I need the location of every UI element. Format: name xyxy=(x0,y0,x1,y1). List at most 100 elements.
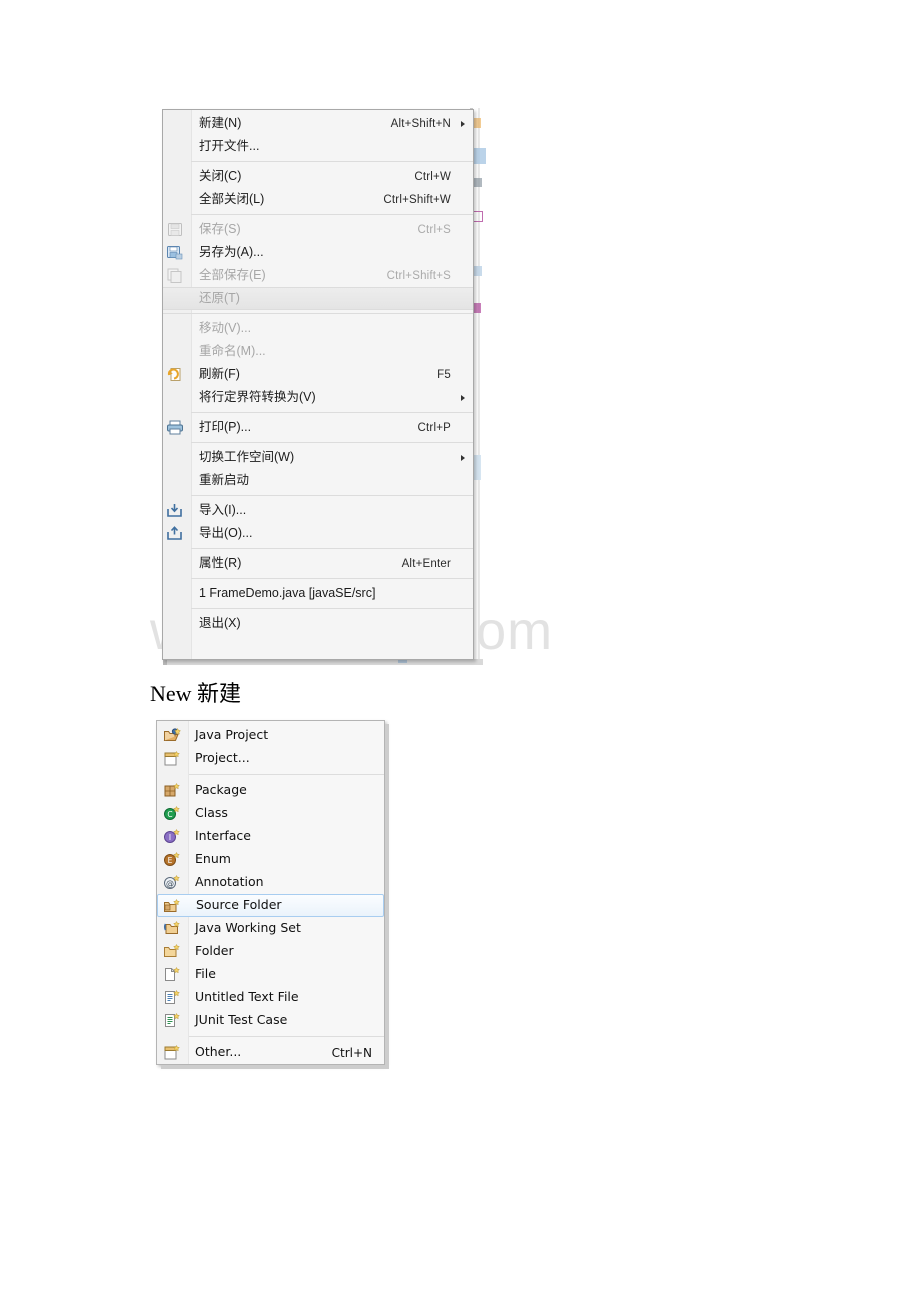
new-item-untitled-text-file[interactable]: Untitled Text File xyxy=(157,986,384,1009)
new-item-label: Class xyxy=(195,805,228,821)
svg-text:C: C xyxy=(167,810,172,819)
menu-item-label: 新建(N) xyxy=(199,116,242,131)
menu-item-accelerator: Ctrl+S xyxy=(417,223,451,236)
new-item-label: File xyxy=(195,966,216,982)
menu-item-label: 另存为(A)... xyxy=(199,245,264,260)
menu-separator xyxy=(188,1036,384,1037)
new-item-label: Java Project xyxy=(195,727,269,743)
menu-item-label: 切换工作空间(W) xyxy=(199,450,295,465)
eclipse-new-submenu[interactable]: Java Project Project... Package C Class … xyxy=(156,720,389,1069)
new-item-file[interactable]: File xyxy=(157,963,384,986)
text-file-icon xyxy=(163,989,181,1006)
menu-item-save-as[interactable]: 另存为(A)... xyxy=(163,241,473,264)
new-item-label: Annotation xyxy=(195,874,264,890)
new-item-interface[interactable]: I Interface xyxy=(157,825,384,848)
new-item-annotation[interactable]: @ Annotation xyxy=(157,871,384,894)
background-icon-fragment xyxy=(473,148,486,164)
menu-item-convert-line-delimiters[interactable]: 将行定界符转换为(V) xyxy=(163,386,473,409)
section-heading: New 新建 xyxy=(150,681,242,706)
menu-item-label: 保存(S) xyxy=(199,222,241,237)
svg-text:E: E xyxy=(168,856,173,865)
new-item-label: Java Working Set xyxy=(195,920,301,936)
menu-item-label: 全部关闭(L) xyxy=(199,192,265,207)
refresh-icon xyxy=(166,366,184,383)
java-project-icon xyxy=(163,727,181,744)
svg-text:@: @ xyxy=(166,879,174,888)
background-icon-fragment xyxy=(474,118,481,128)
menu-item-label: 将行定界符转换为(V) xyxy=(199,390,316,405)
new-item-label: JUnit Test Case xyxy=(195,1012,288,1028)
menu-separator xyxy=(191,412,473,413)
annotation-icon: @ xyxy=(163,874,181,891)
eclipse-file-menu[interactable]: 新建(N) Alt+Shift+N 打开文件... 关闭(C) Ctrl+W 全… xyxy=(162,109,474,660)
menu-item-accelerator: Ctrl+Shift+S xyxy=(386,269,451,282)
java-working-set-icon xyxy=(163,920,181,937)
menu-item-label: 还原(T) xyxy=(199,291,240,306)
menu-item-label: 移动(V)... xyxy=(199,321,252,336)
menu-item-label: 关闭(C) xyxy=(199,169,242,184)
submenu-arrow-icon xyxy=(461,394,465,401)
menu-item-accelerator: F5 xyxy=(437,368,451,381)
menu-item-open-file[interactable]: 打开文件... xyxy=(163,135,473,158)
junit-icon xyxy=(163,1012,181,1029)
print-icon xyxy=(166,419,184,436)
menu-item-label: 导出(O)... xyxy=(199,526,253,541)
menu-item-new[interactable]: 新建(N) Alt+Shift+N xyxy=(163,112,473,135)
folder-icon xyxy=(163,943,181,960)
menu-item-label: 重新启动 xyxy=(199,473,250,488)
menu-item-restart[interactable]: 重新启动 xyxy=(163,469,473,492)
menu-item-exit[interactable]: 退出(X) xyxy=(163,612,473,635)
menu-item-accelerator: Alt+Shift+N xyxy=(390,117,451,130)
menu-item-label: 刷新(F) xyxy=(199,367,240,382)
menu-item-print[interactable]: 打印(P)... Ctrl+P xyxy=(163,416,473,439)
new-item-junit-test-case[interactable]: JUnit Test Case xyxy=(157,1009,384,1032)
menu-separator xyxy=(191,214,473,215)
new-item-folder[interactable]: Folder xyxy=(157,940,384,963)
file-menu-items: 新建(N) Alt+Shift+N 打开文件... 关闭(C) Ctrl+W 全… xyxy=(163,112,473,635)
menu-item-label: 全部保存(E) xyxy=(199,268,266,283)
other-icon xyxy=(163,1044,181,1061)
new-item-label: Untitled Text File xyxy=(195,989,299,1005)
new-item-source-folder[interactable]: Source Folder xyxy=(157,894,384,917)
menu-separator xyxy=(163,313,473,314)
menu-item-rename: 重命名(M)... xyxy=(163,340,473,363)
menu-item-accelerator: Ctrl+W xyxy=(414,170,451,183)
submenu-arrow-icon xyxy=(461,454,465,461)
new-item-java-working-set[interactable]: Java Working Set xyxy=(157,917,384,940)
menu-separator xyxy=(191,608,473,609)
background-icon-fragment xyxy=(474,303,481,313)
menu-item-close-all[interactable]: 全部关闭(L) Ctrl+Shift+W xyxy=(163,188,473,211)
save-all-icon xyxy=(166,267,184,284)
menu-item-recent-file[interactable]: 1 FrameDemo.java [javaSE/src] xyxy=(163,582,473,605)
class-icon: C xyxy=(163,805,181,822)
menu-separator xyxy=(188,774,384,775)
export-icon xyxy=(166,525,184,542)
new-item-class[interactable]: C Class xyxy=(157,802,384,825)
save-icon xyxy=(166,221,184,238)
submenu-arrow-icon xyxy=(461,120,465,127)
menu-item-label: 退出(X) xyxy=(199,616,241,631)
background-icon-fragment xyxy=(474,178,482,187)
menu-item-accelerator: Ctrl+P xyxy=(417,421,451,434)
new-item-label: Project... xyxy=(195,750,250,766)
menu-item-import[interactable]: 导入(I)... xyxy=(163,499,473,522)
menu-item-export[interactable]: 导出(O)... xyxy=(163,522,473,545)
new-item-enum[interactable]: E Enum xyxy=(157,848,384,871)
menu-item-close[interactable]: 关闭(C) Ctrl+W xyxy=(163,165,473,188)
menu-item-accelerator: Alt+Enter xyxy=(401,557,451,570)
menu-item-refresh[interactable]: 刷新(F) F5 xyxy=(163,363,473,386)
menu-item-label: 1 FrameDemo.java [javaSE/src] xyxy=(199,586,376,601)
svg-text:I: I xyxy=(169,833,171,842)
menu-item-label: 打开文件... xyxy=(199,139,260,154)
new-item-project[interactable]: Project... xyxy=(157,747,384,770)
menu-item-switch-workspace[interactable]: 切换工作空间(W) xyxy=(163,446,473,469)
new-item-java-project[interactable]: Java Project xyxy=(157,724,384,747)
new-item-other[interactable]: Other... Ctrl+N xyxy=(157,1041,384,1064)
new-item-label: Source Folder xyxy=(196,897,282,913)
new-item-package[interactable]: Package xyxy=(157,779,384,802)
menu-item-properties[interactable]: 属性(R) Alt+Enter xyxy=(163,552,473,575)
new-item-label: Interface xyxy=(195,828,251,844)
save-as-icon xyxy=(166,244,184,261)
submenu-bottom-shadow xyxy=(161,1065,389,1069)
menu-item-revert: 还原(T) xyxy=(163,287,473,310)
